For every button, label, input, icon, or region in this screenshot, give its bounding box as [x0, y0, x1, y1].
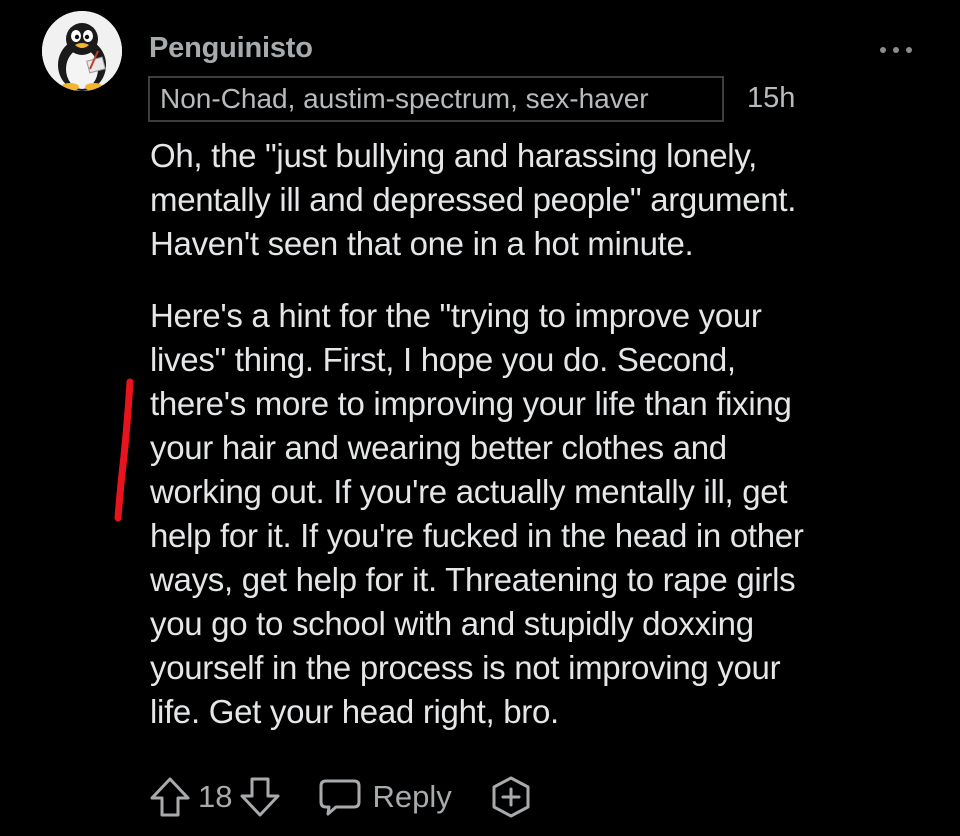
- upvote-arrow-icon[interactable]: [148, 775, 192, 819]
- reply-label: Reply: [372, 779, 452, 814]
- comment-body: Oh, the "just bullying and harassing lon…: [150, 134, 940, 734]
- username[interactable]: Penguinisto: [149, 32, 313, 65]
- comment-paragraph-2: Here's a hint for the "trying to improve…: [150, 297, 804, 730]
- avatar[interactable]: [42, 11, 122, 91]
- comment-timestamp: 15h: [747, 82, 796, 114]
- downvote-arrow-icon[interactable]: [238, 775, 282, 819]
- red-annotation-mark: [114, 378, 134, 522]
- reply-button[interactable]: Reply: [318, 777, 452, 817]
- vote-count: 18: [198, 779, 233, 814]
- speech-bubble-icon: [319, 779, 361, 816]
- penguin-avatar-icon: [42, 11, 122, 91]
- comment-paragraph-1: Oh, the "just bullying and harassing lon…: [150, 137, 797, 262]
- comment-actions: 18 Reply: [148, 770, 534, 824]
- more-options-icon[interactable]: [877, 40, 915, 60]
- award-plus-icon[interactable]: [488, 774, 534, 820]
- user-flair: Non-Chad, austim-spectrum, sex-haver: [148, 76, 724, 122]
